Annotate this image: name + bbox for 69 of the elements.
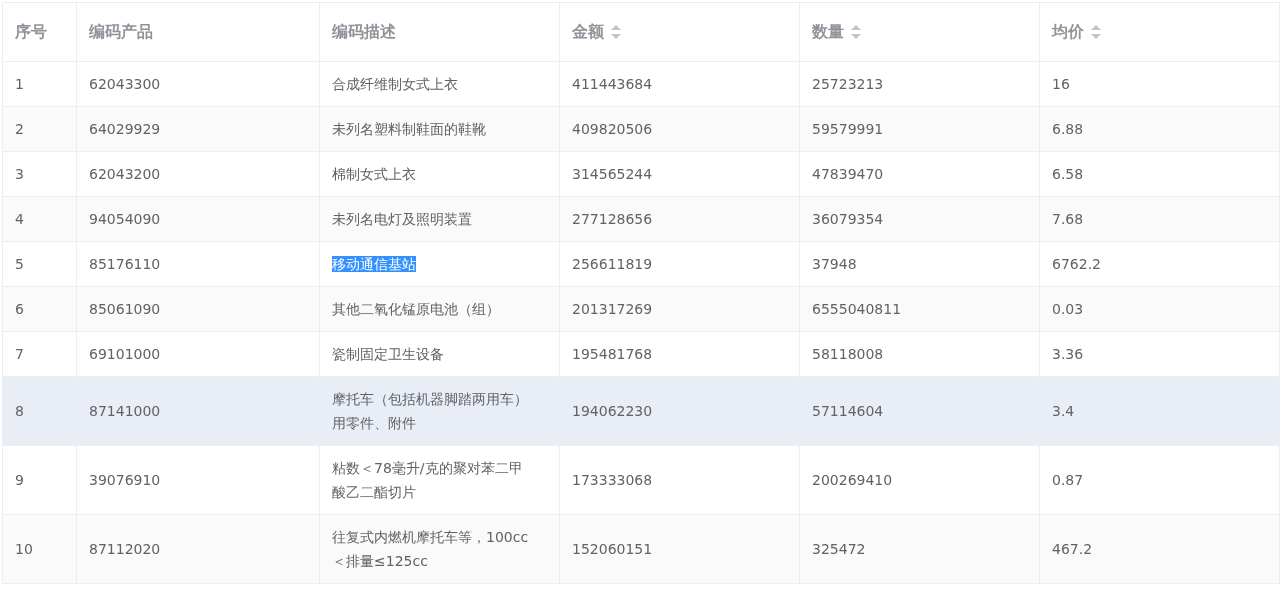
table-cell: 36079354 — [799, 196, 1040, 242]
header-label: 编码描述 — [332, 21, 396, 43]
table-cell: 94054090 — [76, 196, 320, 242]
table-cell: 3.4 — [1039, 376, 1280, 446]
table-cell: 194062230 — [559, 376, 800, 446]
table-cell: 8 — [2, 376, 77, 446]
table-cell: 85061090 — [76, 286, 320, 332]
table-cell: 39076910 — [76, 445, 320, 515]
table-cell: 69101000 — [76, 331, 320, 377]
table-cell: 粘数＜78毫升/克的聚对苯二甲酸乙二酯切片 — [319, 445, 560, 515]
table-cell: 10 — [2, 514, 77, 584]
table-cell: 59579991 — [799, 106, 1040, 152]
table-cell: 1 — [2, 61, 77, 107]
header-label: 编码产品 — [89, 21, 153, 43]
table-cell: 201317269 — [559, 286, 800, 332]
table-cell: 58118008 — [799, 331, 1040, 377]
table-cell: 467.2 — [1039, 514, 1280, 584]
table-cell: 325472 — [799, 514, 1040, 584]
table-cell: 411443684 — [559, 61, 800, 107]
table-cell: 314565244 — [559, 151, 800, 197]
table-cell: 2 — [2, 106, 77, 152]
table-cell: 往复式内燃机摩托车等，100cc＜排量≤125cc — [319, 514, 560, 584]
table-cell: 37948 — [799, 241, 1040, 287]
table-cell: 0.03 — [1039, 286, 1280, 332]
table-cell: 3.36 — [1039, 331, 1280, 377]
table-cell: 409820506 — [559, 106, 800, 152]
table-cell: 173333068 — [559, 445, 800, 515]
table-cell: 3 — [2, 151, 77, 197]
header-label: 数量 — [812, 21, 844, 43]
table-cell: 未列名电灯及照明装置 — [319, 196, 560, 242]
table-cell: 200269410 — [799, 445, 1040, 515]
table-cell: 未列名塑料制鞋面的鞋靴 — [319, 106, 560, 152]
table-cell: 5 — [2, 241, 77, 287]
table-cell: 6.58 — [1039, 151, 1280, 197]
table-cell: 9 — [2, 445, 77, 515]
table-cell: 195481768 — [559, 331, 800, 377]
table-cell: 棉制女式上衣 — [319, 151, 560, 197]
table-cell: 6.88 — [1039, 106, 1280, 152]
table-cell: 256611819 — [559, 241, 800, 287]
table-cell: 85176110 — [76, 241, 320, 287]
table-cell: 4 — [2, 196, 77, 242]
header-label: 序号 — [15, 21, 47, 43]
table-cell: 87112020 — [76, 514, 320, 584]
table-cell: 瓷制固定卫生设备 — [319, 331, 560, 377]
table-cell: 87141000 — [76, 376, 320, 446]
table-cell: 6 — [2, 286, 77, 332]
table-cell: 277128656 — [559, 196, 800, 242]
header-label: 均价 — [1052, 21, 1084, 43]
table-cell: 57114604 — [799, 376, 1040, 446]
table-cell: 25723213 — [799, 61, 1040, 107]
table-cell: 16 — [1039, 61, 1280, 107]
table-cell: 6762.2 — [1039, 241, 1280, 287]
table-cell: 47839470 — [799, 151, 1040, 197]
table-cell: 移动通信基站 — [319, 241, 560, 287]
table-cell: 152060151 — [559, 514, 800, 584]
table-cell: 62043300 — [76, 61, 320, 107]
table-cell: 7 — [2, 331, 77, 377]
table-cell: 合成纤维制女式上衣 — [319, 61, 560, 107]
header-label: 金额 — [572, 21, 604, 43]
table-cell: 0.87 — [1039, 445, 1280, 515]
table-cell: 62043200 — [76, 151, 320, 197]
table-cell: 64029929 — [76, 106, 320, 152]
table-cell: 6555040811 — [799, 286, 1040, 332]
sort-icon[interactable] — [1090, 24, 1102, 40]
sort-icon[interactable] — [850, 24, 862, 40]
sort-icon[interactable] — [610, 24, 622, 40]
table-cell: 摩托车（包括机器脚踏两用车）用零件、附件 — [319, 376, 560, 446]
table-cell: 7.68 — [1039, 196, 1280, 242]
table-cell: 其他二氧化锰原电池（组） — [319, 286, 560, 332]
